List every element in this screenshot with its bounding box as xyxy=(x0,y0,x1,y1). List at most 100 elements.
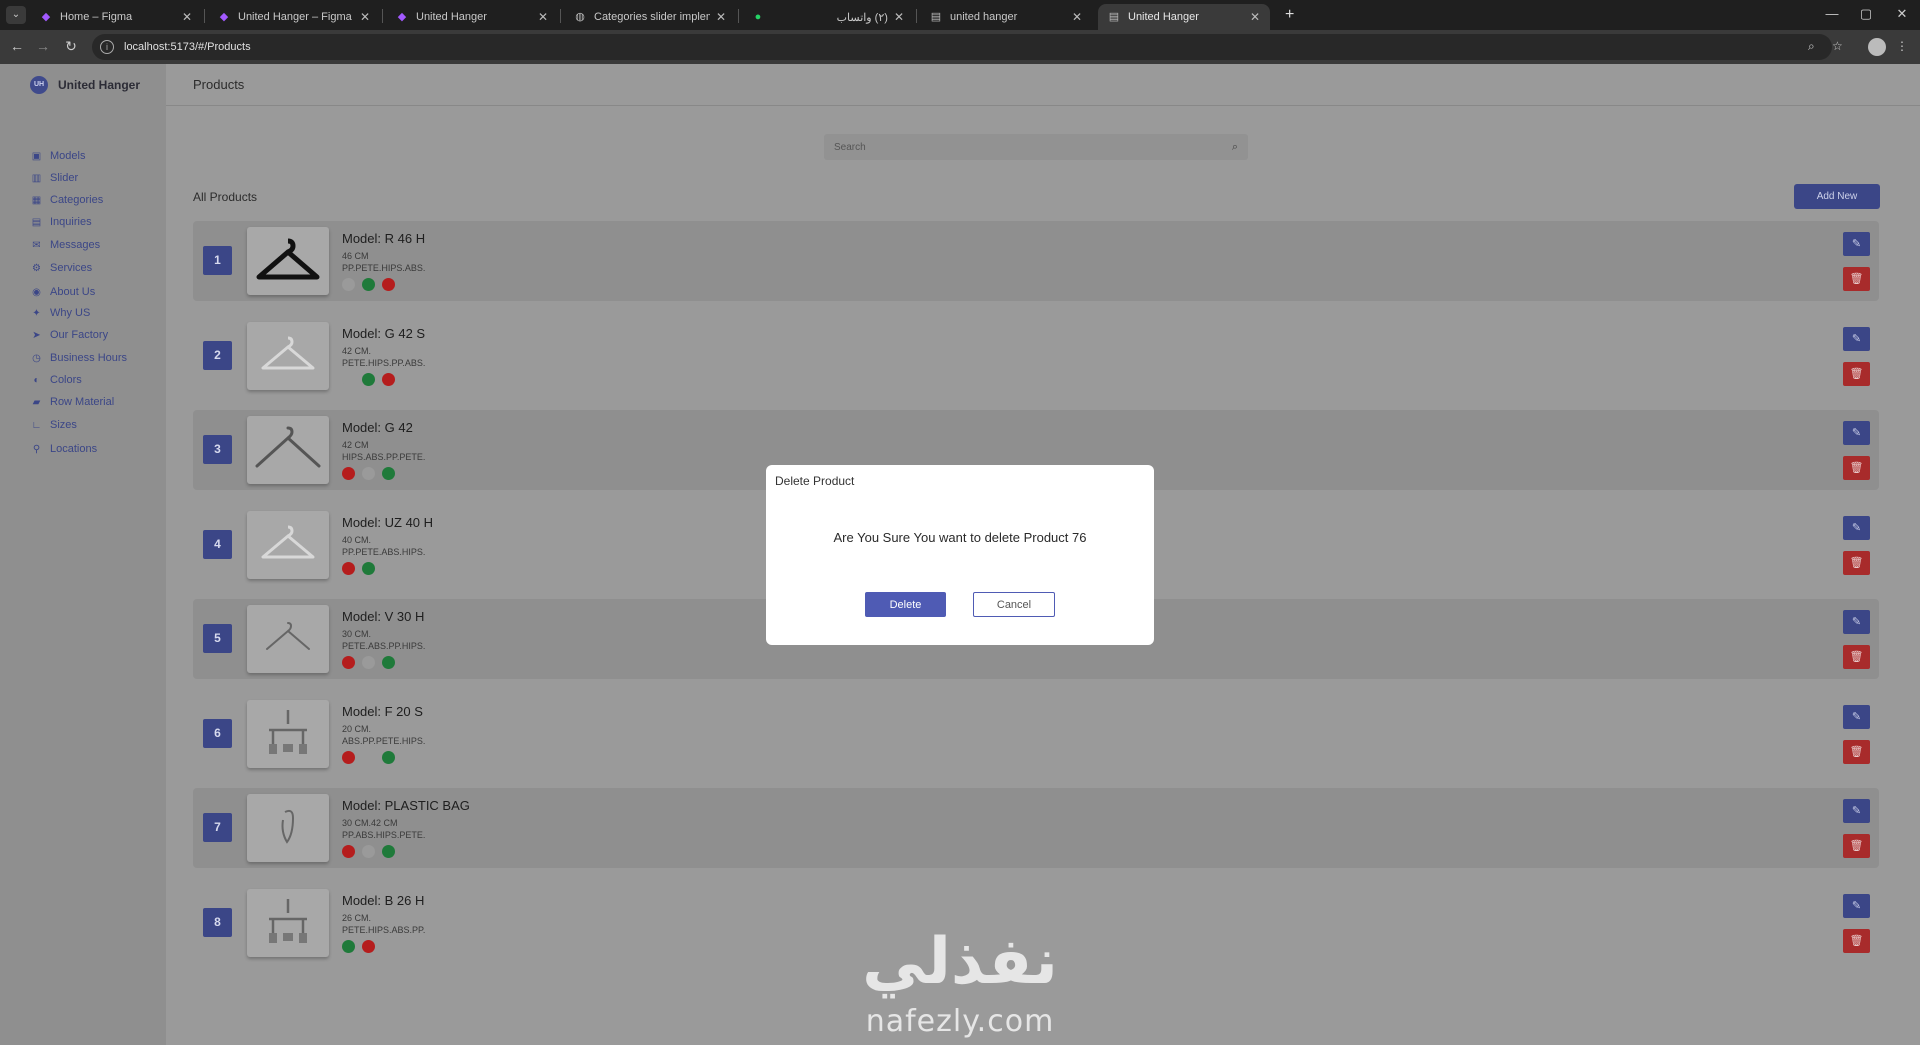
sidebar-item-categories[interactable]: ▦ Categories xyxy=(31,194,103,206)
sidebar-item-sizes[interactable]: ∟ Sizes xyxy=(31,419,77,431)
services-icon: ⚙ xyxy=(32,262,41,274)
sidebar: UH United Hanger ▣ Models ▥ Slider ▦ Categori… xyxy=(0,64,166,1045)
edit-icon[interactable]: ✎ xyxy=(1843,232,1870,256)
back-icon[interactable]: ← xyxy=(8,38,26,54)
sidebar-item-our-factory[interactable]: ➤ Our Factory xyxy=(31,329,108,341)
location-pin-icon: ⚲ xyxy=(32,443,41,455)
close-tab-icon[interactable]: ✕ xyxy=(1250,10,1260,24)
color-swatch xyxy=(362,845,375,858)
color-swatch xyxy=(382,278,395,291)
sidebar-item-why-us[interactable]: ✦ Why US xyxy=(31,307,90,319)
forward-icon[interactable]: → xyxy=(34,38,52,54)
edit-icon[interactable]: ✎ xyxy=(1843,894,1870,918)
profile-avatar[interactable] xyxy=(1868,38,1886,56)
bookmark-star-icon[interactable]: ☆ xyxy=(1832,39,1843,53)
maximize-icon[interactable]: ▢ xyxy=(1856,6,1876,22)
trash-icon[interactable]: 🗑 xyxy=(1843,551,1870,575)
sidebar-item-slider[interactable]: ▥ Slider xyxy=(31,172,78,184)
color-swatch xyxy=(362,656,375,669)
browser-tab[interactable]: ◆ Home – Figma ✕ xyxy=(30,4,202,30)
edit-icon[interactable]: ✎ xyxy=(1843,610,1870,634)
product-number-badge: 8 xyxy=(203,908,232,937)
close-tab-icon[interactable]: ✕ xyxy=(716,10,726,24)
sidebar-item-about-us[interactable]: ◉ About Us xyxy=(31,286,95,298)
product-colors xyxy=(342,751,402,764)
product-row: 1 Model: R 46 H 46 CM PP.PETE.HIPS.ABS. ✎ 🗑 xyxy=(193,221,1879,301)
product-thumbnail xyxy=(247,794,329,862)
trash-icon[interactable]: 🗑 xyxy=(1843,645,1870,669)
tab-title: Categories slider implementati xyxy=(594,11,710,23)
sidebar-item-row-material[interactable]: ▰ Row Material xyxy=(31,396,115,408)
product-number-badge: 4 xyxy=(203,530,232,559)
product-size: 40 CM. xyxy=(342,535,372,545)
sidebar-item-inquiries[interactable]: ▤ Inquiries xyxy=(31,216,92,228)
new-tab-icon[interactable]: + xyxy=(1285,6,1294,24)
tab-separator xyxy=(204,9,205,23)
trash-icon[interactable]: 🗑 xyxy=(1843,740,1870,764)
cancel-button[interactable]: Cancel xyxy=(973,592,1055,617)
sidebar-item-business-hours[interactable]: ◷ Business Hours xyxy=(31,352,127,364)
url-text: localhost:5173/#/Products xyxy=(124,41,251,53)
brand-logo: UH xyxy=(30,76,48,94)
edit-icon[interactable]: ✎ xyxy=(1843,799,1870,823)
trash-icon[interactable]: 🗑 xyxy=(1843,834,1870,858)
close-tab-icon[interactable]: ✕ xyxy=(182,10,192,24)
close-tab-icon[interactable]: ✕ xyxy=(1072,10,1082,24)
tab-separator xyxy=(738,9,739,23)
browser-tab[interactable]: ▤ United Hanger ✕ xyxy=(1098,4,1270,30)
close-tab-icon[interactable]: ✕ xyxy=(360,10,370,24)
ruler-icon: ∟ xyxy=(31,419,42,431)
product-thumbnail xyxy=(247,700,329,768)
confirm-delete-button[interactable]: Delete xyxy=(865,592,946,617)
trash-icon[interactable]: 🗑 xyxy=(1843,456,1870,480)
tab-title: united hanger xyxy=(950,11,1018,23)
product-size: 30 CM. xyxy=(342,629,372,639)
about-icon: ◉ xyxy=(32,286,41,298)
browser-tab[interactable]: ▤ united hanger ✕ xyxy=(920,4,1092,30)
edit-icon[interactable]: ✎ xyxy=(1843,421,1870,445)
edit-icon[interactable]: ✎ xyxy=(1843,516,1870,540)
product-name: Model: G 42 xyxy=(342,420,413,435)
close-tab-icon[interactable]: ✕ xyxy=(894,10,904,24)
reload-icon[interactable]: ↻ xyxy=(62,38,80,55)
sidebar-item-colors[interactable]: ◐ Colors xyxy=(31,374,81,386)
address-bar[interactable]: i localhost:5173/#/Products xyxy=(92,34,1832,60)
browser-tab[interactable]: ◆ United Hanger – Figma ✕ xyxy=(208,4,380,30)
color-swatch xyxy=(342,656,355,669)
add-new-button[interactable]: Add New xyxy=(1794,184,1880,209)
sidebar-item-label: Business Hours xyxy=(50,352,128,364)
sidebar-item-messages[interactable]: ✉ Messages xyxy=(31,239,100,251)
minimize-icon[interactable]: — xyxy=(1822,6,1842,21)
tab-list-icon[interactable]: ⌄ xyxy=(6,6,26,24)
search-box: ⌕ xyxy=(824,134,1248,160)
close-tab-icon[interactable]: ✕ xyxy=(538,10,548,24)
edit-icon[interactable]: ✎ xyxy=(1843,327,1870,351)
product-colors xyxy=(342,373,402,386)
product-thumbnail xyxy=(247,416,329,484)
trash-icon[interactable]: 🗑 xyxy=(1843,362,1870,386)
sidebar-item-locations[interactable]: ⚲ Locations xyxy=(31,443,97,455)
site-info-icon[interactable]: i xyxy=(100,40,114,54)
globe-icon: ◍ xyxy=(575,11,585,23)
browser-tab[interactable]: ● (٢) واتساب ✕ xyxy=(742,4,914,30)
edit-icon[interactable]: ✎ xyxy=(1843,705,1870,729)
factory-icon: ➤ xyxy=(32,329,41,341)
browser-menu-icon[interactable]: ⋮ xyxy=(1896,39,1908,53)
sidebar-item-models[interactable]: ▣ Models xyxy=(31,150,86,162)
product-number-badge: 7 xyxy=(203,813,232,842)
search-input[interactable] xyxy=(834,141,1232,153)
sidebar-item-services[interactable]: ⚙ Services xyxy=(31,262,92,274)
product-thumbnail xyxy=(247,605,329,673)
browser-tab[interactable]: ◍ Categories slider implementati ✕ xyxy=(564,4,736,30)
close-window-icon[interactable]: ✕ xyxy=(1892,6,1912,22)
brand[interactable]: UH United Hanger xyxy=(30,76,140,94)
brand-name: United Hanger xyxy=(58,78,141,92)
zoom-icon[interactable]: ⌕ xyxy=(1808,39,1815,54)
trash-icon[interactable]: 🗑 xyxy=(1843,929,1870,953)
product-thumbnail xyxy=(247,889,329,957)
trash-icon[interactable]: 🗑 xyxy=(1843,267,1870,291)
product-size: 30 CM.42 CM xyxy=(342,818,398,828)
browser-tab[interactable]: ◆ United Hanger ✕ xyxy=(386,4,558,30)
top-bar: Products xyxy=(166,64,1920,106)
search-icon[interactable]: ⌕ xyxy=(1232,141,1238,154)
